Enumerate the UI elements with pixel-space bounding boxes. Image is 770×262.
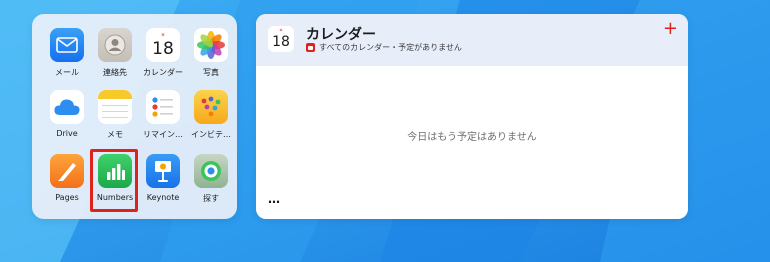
app-photos[interactable]: 写真 [186, 28, 236, 84]
calendar-widget-title: カレンダー [306, 27, 376, 43]
calendar-widget-subtitle: すべてのカレンダー・予定がありません [306, 42, 462, 53]
calendar-icon: * 18 [146, 28, 180, 62]
app-find-my[interactable]: 探す [186, 154, 236, 210]
keynote-icon [146, 154, 180, 188]
app-label: 写真 [203, 68, 219, 77]
app-label: インビテ… [191, 130, 231, 139]
mail-icon [50, 28, 84, 62]
photos-icon [194, 28, 228, 62]
more-options-button[interactable]: … [268, 192, 281, 206]
calendar-widget[interactable]: * 18 カレンダー すべてのカレンダー・予定がありません + 今日はもう予定は… [256, 14, 688, 219]
apps-panel: メール 連絡先 * 18 カレンダー 写真 Drive メモ リマイン… インビ… [32, 14, 237, 219]
calendar-widget-subtitle-text: すべてのカレンダー・予定がありません [319, 43, 462, 52]
reminders-icon [146, 90, 180, 124]
calendar-widget-header: * 18 カレンダー すべてのカレンダー・予定がありません + [256, 14, 688, 66]
no-events-message: 今日はもう予定はありません [407, 132, 537, 143]
notes-icon [98, 90, 132, 124]
app-invites[interactable]: インビテ… [186, 90, 236, 146]
pages-icon [50, 154, 84, 188]
find-my-icon [194, 154, 228, 188]
icloud-drive-icon [50, 90, 84, 124]
app-label: 探す [203, 194, 219, 203]
contacts-icon [98, 28, 132, 62]
invites-icon [194, 90, 228, 124]
numbers-highlight-box [90, 149, 138, 212]
mini-calendar-icon [306, 43, 315, 52]
calendar-icon: * 18 [268, 26, 294, 52]
add-event-button[interactable]: + [663, 20, 678, 38]
